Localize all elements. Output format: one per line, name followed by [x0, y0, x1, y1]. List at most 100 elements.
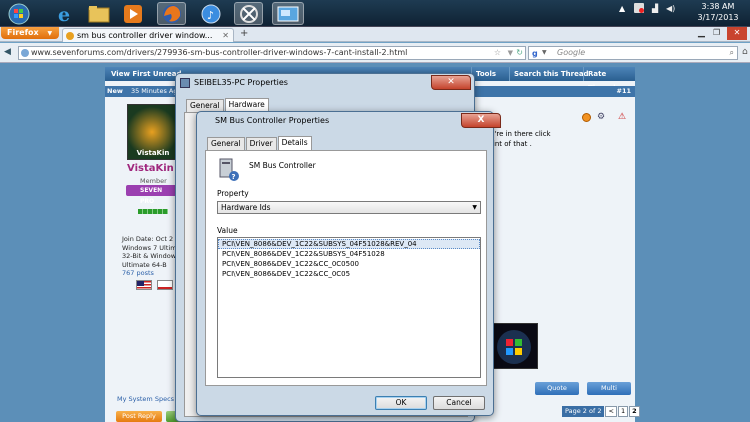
tab-details[interactable]: Details	[277, 136, 312, 150]
network-icon[interactable]: ▟	[652, 4, 658, 13]
svg-text:♪: ♪	[207, 9, 214, 22]
system-specs-link[interactable]: My System Specs	[117, 395, 174, 403]
dialog-title: SM Bus Controller Properties	[215, 116, 330, 125]
warn-icon[interactable]	[582, 113, 591, 122]
internet-explorer-icon[interactable]: e	[50, 2, 79, 25]
home-icon[interactable]: ⌂	[742, 47, 748, 57]
dialog-tabs: General Driver Details	[207, 136, 313, 150]
tab-title: sm bus controller driver window...	[77, 31, 213, 40]
rank-badge: SEVEN PRO	[126, 185, 178, 205]
close-window-button[interactable]: ✕	[727, 27, 747, 40]
page-label: Page 2 of 2	[562, 406, 605, 417]
value-list-item[interactable]: PCI\VEN_8086&DEV_1C22&SUBSYS_04F51028	[218, 249, 480, 259]
multi-quote-button[interactable]: Multi	[587, 382, 631, 395]
maximize-icon[interactable]: ❐	[713, 28, 720, 37]
member-title: Member	[140, 177, 167, 185]
svg-text:e: e	[58, 4, 70, 24]
tab-hardware[interactable]: Hardware	[224, 98, 269, 112]
url-bar[interactable]: www.sevenforums.com/drivers/279936-sm-bu…	[18, 46, 526, 60]
system-properties-close-button[interactable]: ✕	[431, 75, 471, 90]
post-number-link[interactable]: #11	[617, 86, 632, 97]
bookmark-star-icon[interactable]: ☆	[494, 47, 501, 59]
itunes-icon[interactable]: ♪	[196, 2, 225, 25]
search-placeholder: Google	[557, 48, 586, 57]
post-text: u're in there click rint of that .	[490, 129, 551, 149]
tab-driver[interactable]: Driver	[245, 137, 277, 150]
quote-button[interactable]: Quote	[535, 382, 579, 395]
back-icon[interactable]: ◀	[4, 47, 11, 57]
dialog-titlebar[interactable]: SM Bus Controller Properties	[197, 112, 493, 132]
post-count-link[interactable]: 767 posts	[122, 269, 177, 278]
clock-date[interactable]: 3/17/2013	[690, 13, 746, 22]
media-player-icon[interactable]	[118, 2, 147, 25]
reputation-bar	[138, 209, 168, 214]
details-panel: ? SM Bus Controller Property Hardware Id…	[205, 150, 487, 386]
join-date: Join Date: Oct 2	[122, 235, 174, 243]
avatar-text: VistaKin	[136, 149, 170, 157]
value-list-item[interactable]: PCI\VEN_8086&DEV_1C22&SUBSYS_04F51028&RE…	[218, 239, 480, 249]
os-info-3: Ultimate 64-B	[122, 260, 167, 269]
value-label: Value	[217, 226, 238, 235]
google-logo-icon: g	[532, 49, 538, 58]
pagination: Page 2 of 2 < 1 2	[562, 406, 640, 417]
device-icon: ?	[219, 158, 239, 181]
favicon-icon	[66, 32, 74, 40]
volume-icon[interactable]: ◀)	[666, 4, 675, 13]
property-select-value: Hardware Ids	[221, 203, 271, 212]
post-reply-button[interactable]: Post Reply	[116, 411, 162, 422]
search-engine-dropdown-icon[interactable]: ▼	[542, 47, 547, 59]
property-select[interactable]: Hardware Ids ▼	[217, 201, 481, 214]
username[interactable]: VistaKin	[127, 163, 174, 174]
new-post-badge: New	[107, 87, 123, 95]
os-info-2: 32-Bit & Window	[122, 252, 177, 260]
page-1-link[interactable]: 1	[617, 406, 629, 417]
thread-tools-link[interactable]: Tools	[471, 67, 500, 81]
close-tab-icon[interactable]: ✕	[222, 29, 229, 42]
tab-general[interactable]: General	[207, 137, 245, 150]
snipping-tool-icon[interactable]	[234, 2, 263, 25]
page-2-link[interactable]: 2	[629, 406, 640, 417]
california-flag-icon	[157, 280, 173, 290]
value-list[interactable]: PCI\VEN_8086&DEV_1C22&SUBSYS_04F51028&RE…	[217, 237, 481, 378]
globe-icon	[21, 49, 29, 57]
user-avatar[interactable]: VistaKin	[127, 104, 177, 160]
folder-icon[interactable]	[84, 2, 113, 25]
firefox-menu-label: Firefox	[7, 28, 39, 37]
dropdown-icon[interactable]: ▼	[508, 47, 513, 59]
start-orb-icon[interactable]	[4, 2, 33, 25]
new-tab-button[interactable]: +	[240, 28, 248, 39]
alert-triangle-icon[interactable]: ⚠	[618, 112, 626, 122]
cancel-button[interactable]: Cancel	[433, 396, 485, 410]
firefox-menu-button[interactable]: Firefox ▼	[1, 27, 59, 39]
ok-button[interactable]: OK	[375, 396, 427, 410]
report-icon[interactable]: ⚙	[597, 112, 605, 122]
prev-page-link[interactable]: <	[605, 406, 617, 417]
alert-icon	[639, 8, 644, 13]
search-icon[interactable]: ⌕	[730, 47, 734, 59]
taskbar: e ♪ ▲ ▟ ◀) 3:38 AM 3/17/2013	[0, 0, 750, 27]
computer-icon	[180, 78, 190, 88]
browser-tab[interactable]: sm bus controller driver window... ✕	[62, 28, 234, 42]
reload-icon[interactable]: ↻	[516, 47, 523, 59]
value-list-item[interactable]: PCI\VEN_8086&DEV_1C22&CC_0C0500	[218, 259, 480, 269]
value-list-item[interactable]: PCI\VEN_8086&DEV_1C22&CC_0C05	[218, 269, 480, 279]
clock-time[interactable]: 3:38 AM	[690, 2, 746, 11]
system-tray: ▲ ▟ ◀) 3:38 AM 3/17/2013	[610, 0, 750, 27]
search-thread-link[interactable]: Search this Thread	[509, 67, 593, 81]
svg-text:?: ?	[232, 173, 236, 181]
firefox-icon[interactable]	[157, 2, 186, 25]
post-text-line-2: rint of that .	[490, 140, 532, 148]
os-info-1: Windows 7 Ultim	[122, 243, 177, 252]
us-flag-icon	[136, 280, 152, 290]
search-box[interactable]: g ▼ Google ⌕	[528, 46, 738, 60]
dialog-close-button[interactable]: X	[461, 113, 501, 128]
minimize-icon[interactable]: ▁	[698, 28, 705, 38]
expand-tray-icon[interactable]: ▲	[619, 4, 625, 13]
windows-logo-image	[488, 323, 538, 369]
view-first-unread-link[interactable]: View First Unread	[107, 67, 186, 81]
system-properties-titlebar[interactable]: SEIBEL35-PC Properties	[176, 74, 474, 94]
post-text-line-1: u're in there click	[490, 130, 551, 138]
system-control-panel-icon[interactable]	[272, 2, 304, 25]
rate-thread-link[interactable]: Rate Thread	[583, 67, 635, 92]
system-properties-title: SEIBEL35-PC Properties	[194, 78, 288, 87]
